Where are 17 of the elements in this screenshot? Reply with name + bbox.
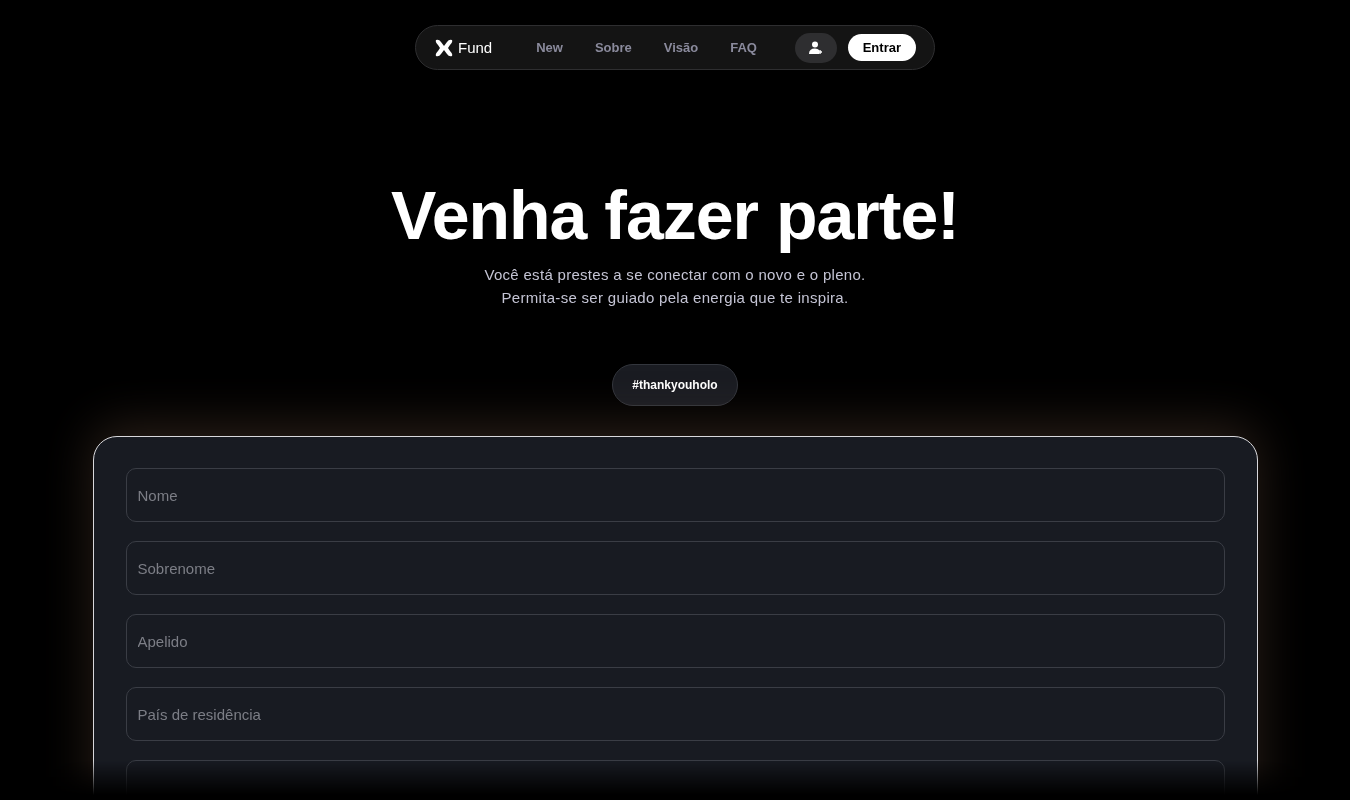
page-title: Venha fazer parte! bbox=[391, 176, 959, 255]
logo-icon bbox=[434, 38, 454, 57]
login-button[interactable]: Entrar bbox=[847, 34, 916, 61]
subtitle: Você está prestes a se conectar com o novo e o pleno. bbox=[484, 265, 866, 285]
input-field[interactable]: Sobrenome bbox=[125, 541, 1225, 595]
nav-link[interactable]: Visão bbox=[663, 40, 699, 55]
add-user-icon bbox=[808, 40, 823, 55]
subtitle: Permita-se ser guiado pela energia que te inspira. bbox=[501, 288, 849, 308]
nav-link[interactable]: New bbox=[536, 40, 563, 55]
hashtag-tag: #thankyouholo bbox=[612, 364, 738, 406]
input-field[interactable]: Apelido bbox=[125, 614, 1225, 668]
add-user-button[interactable] bbox=[794, 32, 837, 63]
nav-link[interactable]: FAQ bbox=[730, 40, 757, 55]
input-field[interactable]: Nome bbox=[125, 468, 1225, 522]
input-field[interactable]: País de residência bbox=[125, 687, 1225, 741]
nav-link[interactable]: Sobre bbox=[594, 40, 632, 55]
brand-name: Fund bbox=[458, 39, 493, 56]
